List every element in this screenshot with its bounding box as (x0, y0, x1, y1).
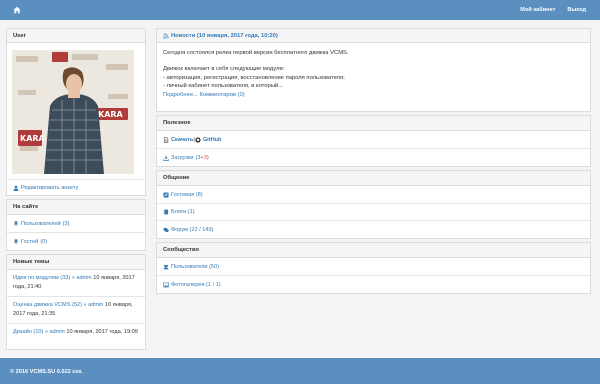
social-panel: Общение Гостевая (8) Блоги (1) Форум (22… (156, 170, 591, 239)
topic-item: Оценка движка VCMS (52) » admin 10 январ… (7, 297, 145, 324)
news-line: Движок включает в себя следующие модули: (163, 66, 285, 73)
news-header: Новости (10 января, 2017 года, 10:20) (157, 29, 590, 43)
news-body: Сегодня состоялся релиз первой версии бе… (157, 43, 590, 105)
downloads-close: ) (206, 154, 209, 161)
news-line: - авторизация, регистрация, восстановлен… (163, 74, 345, 81)
logout-link[interactable]: Выход (567, 7, 586, 13)
blogs-link[interactable]: Блоги (1) (171, 209, 195, 215)
pin-icon (13, 220, 19, 227)
picture-icon (163, 282, 169, 287)
forum-link[interactable]: Форум (22 / 149) (171, 227, 214, 233)
book-icon (163, 209, 169, 215)
community-title: Сообщество (157, 243, 590, 258)
users-icon (163, 264, 169, 269)
downloads-row: Загрузки (3 +3) (157, 149, 590, 166)
svg-text:KARA: KARA (20, 134, 46, 143)
onsite-panel: На сайте Пользователей (3) Гостей (0) (6, 199, 146, 251)
download-icon (163, 154, 169, 161)
topic-link[interactable]: Дизайн (10) (13, 329, 43, 335)
topic-item: Идеи по модулям (33) » admin 10 января, … (7, 270, 145, 297)
home-icon[interactable] (13, 6, 21, 14)
footer: © 2016 VCMS.SU 0.022 сек. (0, 358, 600, 384)
onsite-users-count: (3) (62, 220, 70, 227)
onsite-guests-row[interactable]: Гостей (0) (7, 233, 145, 250)
useful-panel: Полезное Скачать | GitHub Загрузки (3 +3… (156, 115, 591, 167)
onsite-users-row[interactable]: Пользователей (3) (7, 215, 145, 233)
new-topics-panel: Новые темы Идеи по модулям (33) » admin … (6, 254, 146, 350)
avatar-photo-image: KARA KARA (12, 50, 134, 174)
file-icon (163, 136, 169, 143)
users-row[interactable]: Пользователи (50) (157, 258, 590, 276)
downloads-link[interactable]: Загрузки (171, 155, 194, 161)
top-navbar: Мой кабинет Выход (0, 0, 600, 20)
new-topics-title: Новые темы (7, 255, 145, 270)
guestbook-link[interactable]: Гостевая (8) (171, 192, 203, 198)
topic-author-link[interactable]: admin (88, 302, 103, 308)
footer-text: © 2016 VCMS.SU 0.022 сек. (10, 369, 83, 375)
pin-icon (13, 238, 19, 245)
guestbook-row[interactable]: Гостевая (8) (157, 186, 590, 204)
topic-item: Дизайн (10) » admin 10 января, 2017 года… (7, 324, 145, 351)
onsite-users-label[interactable]: Пользователей (21, 221, 61, 227)
onsite-guests-count: (0) (40, 238, 48, 245)
topic-author-link[interactable]: admin (50, 329, 65, 335)
news-title-link[interactable]: Новости (10 января, 2017 года, 10:20) (171, 33, 278, 39)
news-line: Сегодня состоялся релиз первой версии бе… (163, 50, 349, 56)
news-panel: Новости (10 января, 2017 года, 10:20) Се… (156, 28, 591, 112)
rss-icon (163, 33, 169, 39)
topic-link[interactable]: Оценка движка VCMS (52) (13, 302, 82, 308)
edit-profile-row: Редактировать анкету (7, 179, 145, 195)
gallery-link[interactable]: Фотогалерея (1 / 1) (171, 282, 221, 288)
edit-profile-link[interactable]: Редактировать анкету (21, 185, 78, 191)
social-title: Общение (157, 171, 590, 186)
news-more-link[interactable]: Подробнее... (163, 92, 198, 98)
edit-icon (163, 191, 169, 198)
topic-author-link[interactable]: admin (76, 275, 91, 281)
topic-date: 10 января, 2017 года, 19:09 (64, 329, 138, 335)
nav-links: Мой кабинет Выход (520, 7, 586, 13)
svg-text:KARA: KARA (98, 110, 124, 119)
forum-row[interactable]: Форум (22 / 149) (157, 221, 590, 238)
user-panel-title: User (7, 29, 145, 43)
useful-title: Полезное (157, 116, 590, 131)
download-row: Скачать | GitHub (157, 131, 590, 149)
news-line: - личный кабинет пользователя, в который… (163, 82, 283, 89)
user-avatar-photo: KARA KARA (12, 50, 134, 174)
github-icon (195, 136, 201, 143)
download-link[interactable]: Скачать (171, 137, 193, 143)
onsite-guests-label[interactable]: Гостей (21, 239, 38, 245)
github-link[interactable]: GitHub (203, 137, 222, 143)
comments-icon (163, 227, 169, 232)
news-comments-link[interactable]: Комментарии (0) (200, 92, 245, 98)
users-link[interactable]: Пользователи (50) (171, 264, 219, 270)
user-icon (13, 185, 19, 191)
gallery-row[interactable]: Фотогалерея (1 / 1) (157, 276, 590, 293)
community-panel: Сообщество Пользователи (50) Фотогалерея… (156, 242, 591, 294)
onsite-title: На сайте (7, 200, 145, 215)
cabinet-link[interactable]: Мой кабинет (520, 7, 555, 13)
blogs-row[interactable]: Блоги (1) (157, 204, 590, 221)
topic-link[interactable]: Идеи по модулям (33) (13, 275, 70, 281)
